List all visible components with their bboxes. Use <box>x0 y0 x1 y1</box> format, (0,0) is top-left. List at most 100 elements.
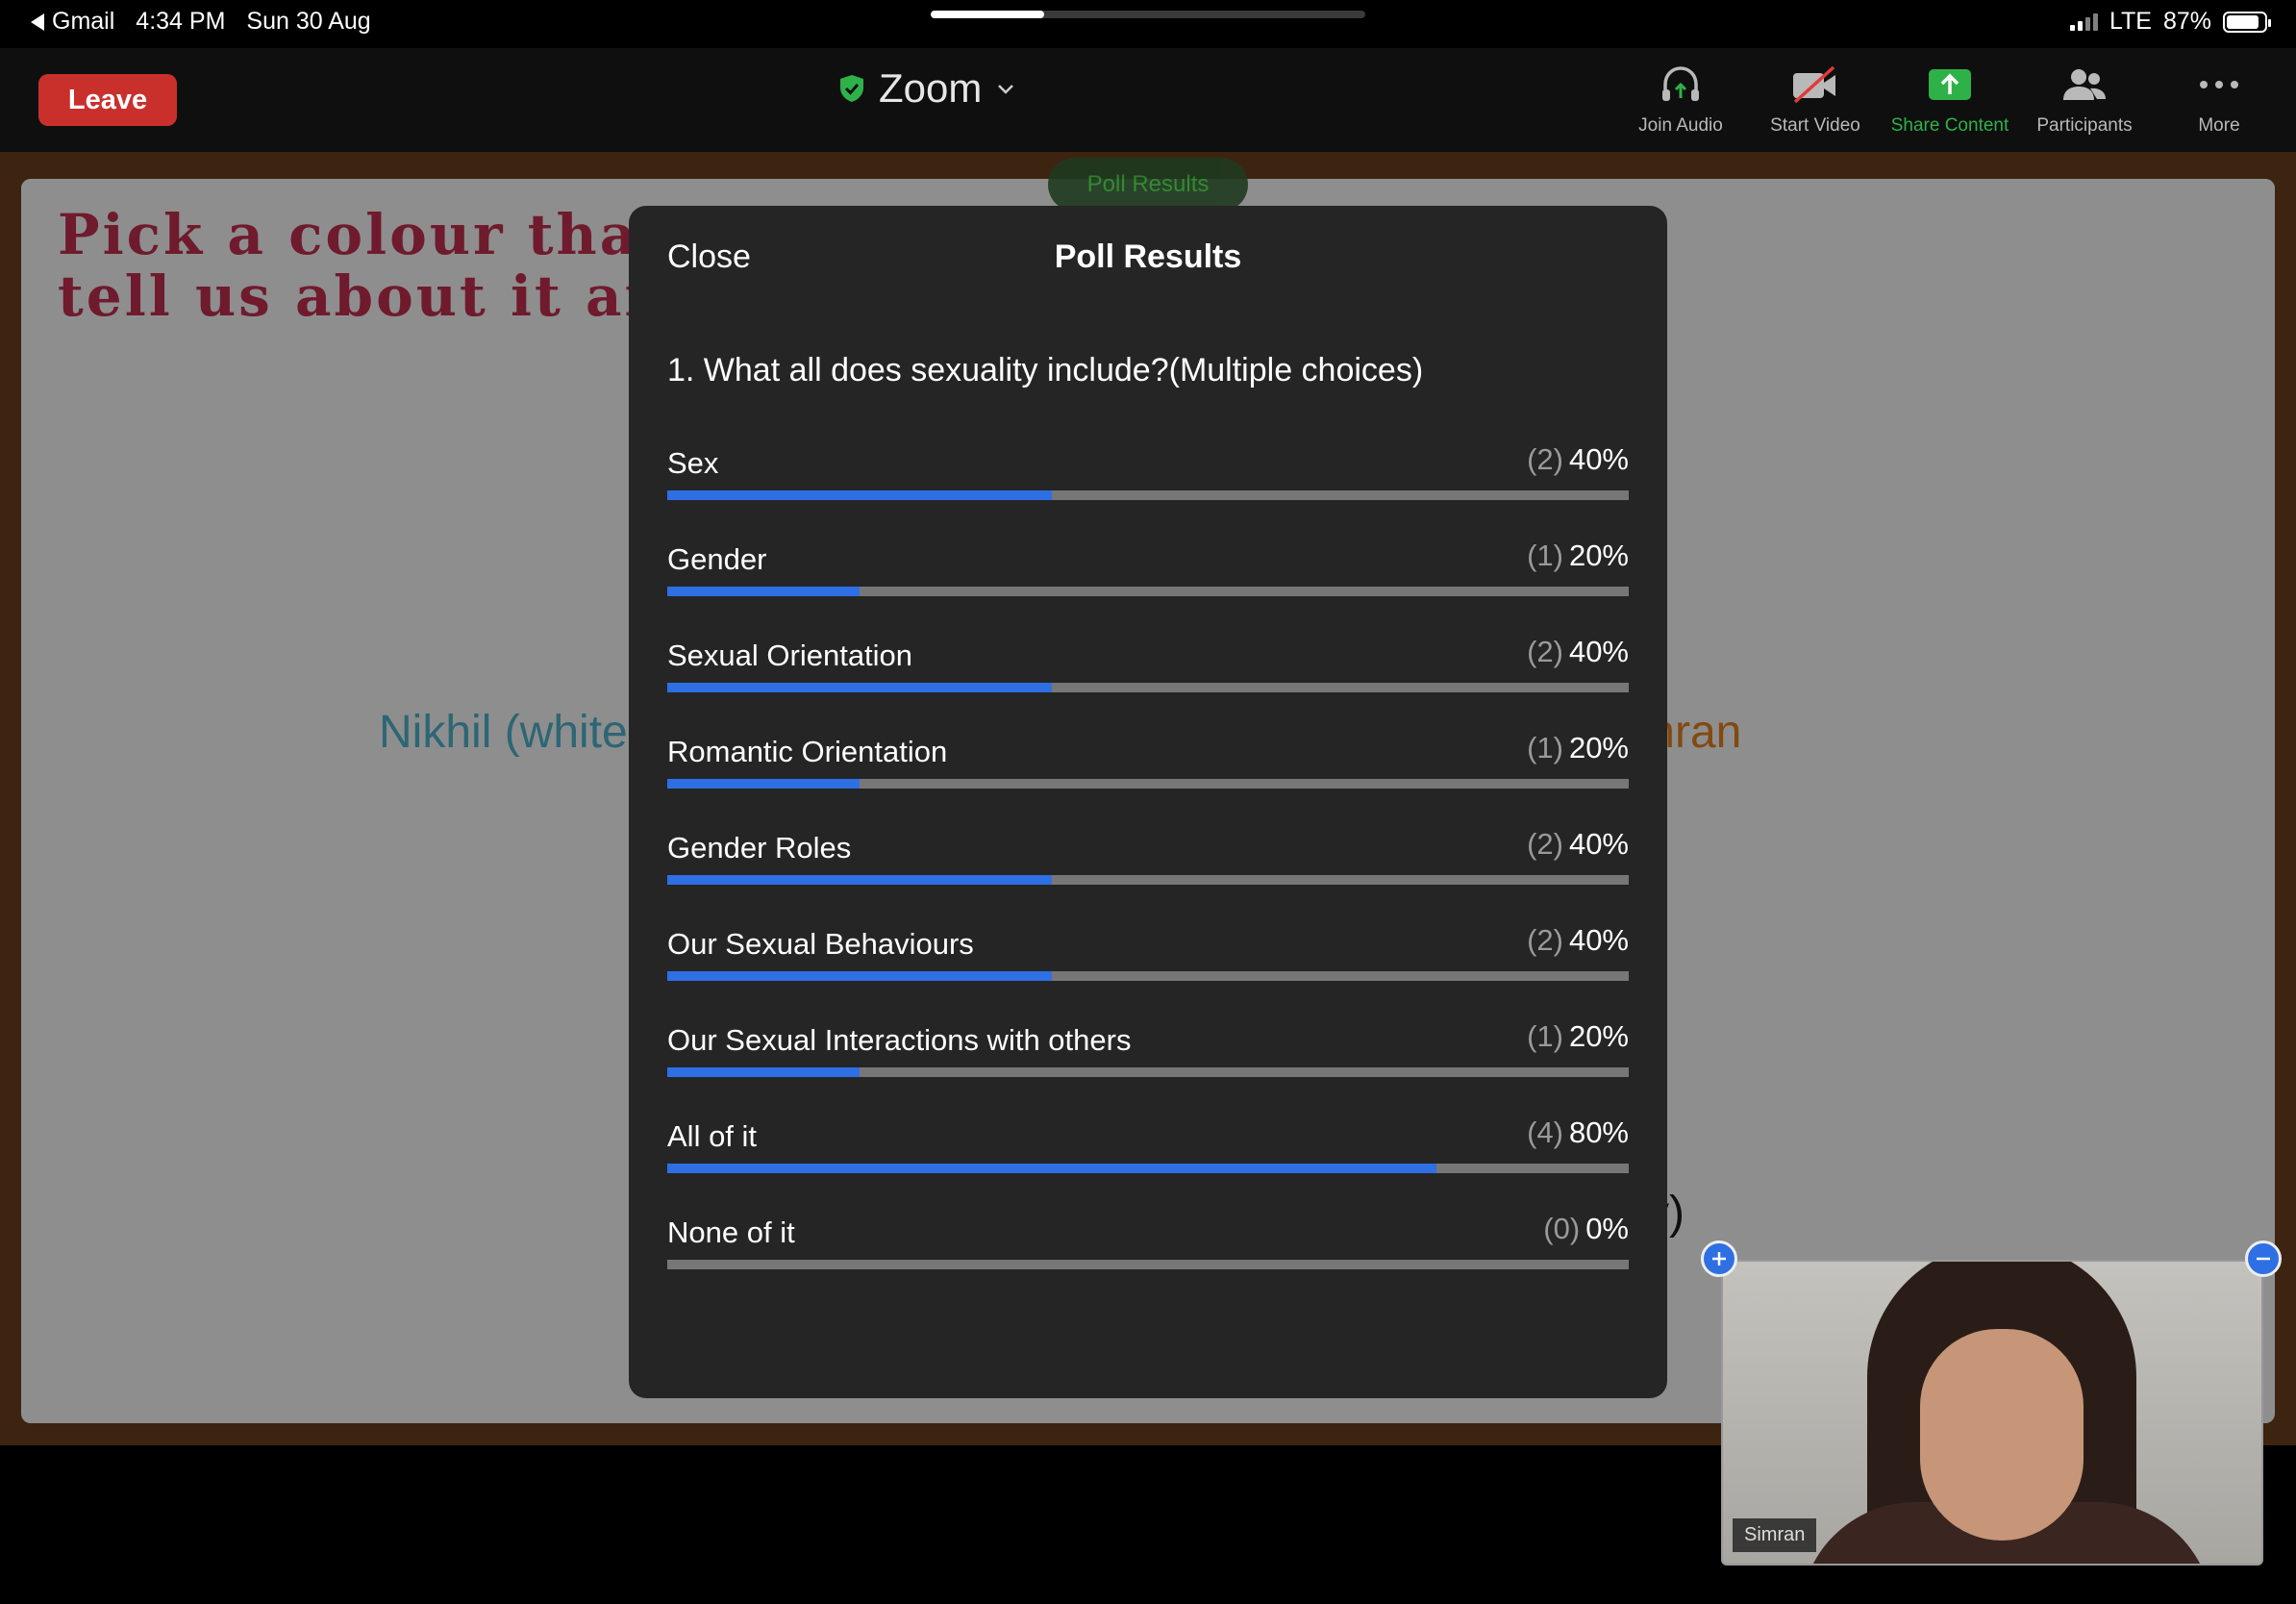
minus-icon <box>2257 1257 2270 1261</box>
option-stat: (2) 40% <box>1527 923 1629 958</box>
poll-option: Our Sexual Behaviours (2) 40% <box>667 923 1629 996</box>
start-video-button[interactable]: Start Video <box>1748 62 1883 137</box>
option-percent: 40% <box>1568 442 1629 476</box>
option-count: (1) <box>1527 539 1563 572</box>
participants-button[interactable]: Participants <box>2017 62 2152 137</box>
network-label: LTE <box>2109 8 2152 35</box>
battery-label: 87% <box>2162 8 2211 35</box>
more-button[interactable]: More <box>2152 62 2286 137</box>
option-bar-fill <box>667 971 1052 981</box>
option-stat: (2) 40% <box>1527 442 1629 477</box>
option-bar-fill <box>667 490 1052 500</box>
poll-option: None of it (0) 0% <box>667 1212 1629 1285</box>
option-stat: (2) 40% <box>1527 827 1629 862</box>
start-video-label: Start Video <box>1770 115 1860 136</box>
participant-video-tile[interactable]: Simran <box>1721 1260 2263 1566</box>
poll-option: Gender (1) 20% <box>667 539 1629 612</box>
option-count: (2) <box>1527 923 1563 957</box>
poll-question: 1. What all does sexuality include?(Mult… <box>667 352 1424 388</box>
share-up-arrow-icon <box>1883 62 2017 108</box>
option-label: Sex <box>667 446 719 480</box>
status-date: Sun 30 Aug <box>246 8 371 35</box>
join-audio-button[interactable]: Join Audio <box>1613 62 1748 137</box>
option-label: None of it <box>667 1216 795 1249</box>
video-off-icon <box>1748 62 1883 108</box>
meeting-title[interactable]: Zoom <box>838 65 1016 112</box>
option-percent: 20% <box>1568 731 1629 764</box>
option-percent: 20% <box>1568 539 1629 572</box>
option-label: Romantic Orientation <box>667 735 948 768</box>
poll-option: Sex (2) 40% <box>667 442 1629 515</box>
option-percent: 20% <box>1568 1019 1629 1053</box>
status-right: LTE 87% <box>2069 8 2271 36</box>
join-audio-label: Join Audio <box>1638 115 1723 136</box>
participant-name-tag: Simran <box>1733 1518 1817 1552</box>
option-stat: (1) 20% <box>1527 539 1629 573</box>
participants-icon <box>2017 62 2152 108</box>
option-bar-track <box>667 587 1629 596</box>
option-percent: 80% <box>1568 1115 1629 1149</box>
participants-label: Participants <box>2036 115 2133 136</box>
option-count: (1) <box>1527 731 1563 764</box>
option-bar-fill <box>667 683 1052 692</box>
option-stat: (4) 80% <box>1527 1115 1629 1150</box>
minimize-video-button[interactable] <box>2245 1241 2282 1277</box>
option-count: (2) <box>1527 635 1563 668</box>
meeting-title-label: Zoom <box>879 65 983 111</box>
dialog-title: Poll Results <box>1054 238 1242 275</box>
option-bar-track <box>667 490 1629 500</box>
option-label: Our Sexual Interactions with others <box>667 1023 1132 1057</box>
battery-icon <box>2223 11 2271 33</box>
option-count: (2) <box>1527 442 1563 476</box>
status-time: 4:34 PM <box>136 8 226 35</box>
poll-option: Romantic Orientation (1) 20% <box>667 731 1629 804</box>
option-bar-fill <box>667 1164 1436 1173</box>
more-dots-icon <box>2152 62 2286 108</box>
poll-results-dialog: Close Poll Results 1. What all does sexu… <box>629 206 1667 1398</box>
chevron-down-icon <box>998 85 1014 94</box>
option-stat: (0) 0% <box>1543 1212 1629 1246</box>
option-bar-track <box>667 683 1629 692</box>
share-content-button[interactable]: Share Content <box>1883 62 2017 137</box>
option-bar-fill <box>667 587 860 596</box>
option-bar-fill <box>667 779 860 789</box>
zoom-meeting-screen: Gmail 4:34 PM Sun 30 Aug LTE 87% Leave Z… <box>0 0 2296 1604</box>
poll-option: Gender Roles (2) 40% <box>667 827 1629 900</box>
multitasking-handle[interactable] <box>931 11 1365 18</box>
status-left: Gmail 4:34 PM Sun 30 Aug <box>31 8 371 36</box>
option-percent: 40% <box>1568 635 1629 668</box>
ios-status-bar: Gmail 4:34 PM Sun 30 Aug LTE 87% <box>0 0 2296 48</box>
back-app-label: Gmail <box>52 8 115 35</box>
option-percent: 0% <box>1585 1212 1629 1245</box>
shield-check-icon <box>840 75 863 102</box>
signal-icon <box>2069 13 2098 31</box>
expand-video-button[interactable] <box>1701 1241 1737 1277</box>
option-stat: (1) 20% <box>1527 731 1629 765</box>
poll-option: All of it (4) 80% <box>667 1115 1629 1189</box>
option-bar-track <box>667 875 1629 885</box>
share-content-label: Share Content <box>1890 115 2009 136</box>
option-label: Gender Roles <box>667 831 852 865</box>
option-bar-track <box>667 1260 1629 1269</box>
option-bar-fill <box>667 1067 860 1077</box>
poll-option: Our Sexual Interactions with others (1) 2… <box>667 1019 1629 1092</box>
option-label: Gender <box>667 542 767 576</box>
option-percent: 40% <box>1568 827 1629 861</box>
back-to-app-link[interactable]: Gmail <box>31 8 114 36</box>
option-stat: (1) 20% <box>1527 1019 1629 1054</box>
option-count: (2) <box>1527 827 1563 861</box>
poll-option: Sexual Orientation (2) 40% <box>667 635 1629 708</box>
plus-icon <box>1712 1252 1726 1266</box>
option-stat: (2) 40% <box>1527 635 1629 669</box>
meeting-toolbar: Leave Zoom Join Audio Start Video Share … <box>0 48 2296 152</box>
leave-button[interactable]: Leave <box>38 74 177 126</box>
option-count: (0) <box>1543 1212 1581 1245</box>
option-label: Our Sexual Behaviours <box>667 927 974 961</box>
option-bar-fill <box>667 875 1052 885</box>
multitasking-handle-fill <box>931 11 1044 18</box>
option-count: (4) <box>1527 1115 1563 1149</box>
option-bar-track <box>667 971 1629 981</box>
option-label: All of it <box>667 1119 758 1153</box>
participant-face <box>1920 1329 2084 1541</box>
option-percent: 40% <box>1568 923 1629 957</box>
